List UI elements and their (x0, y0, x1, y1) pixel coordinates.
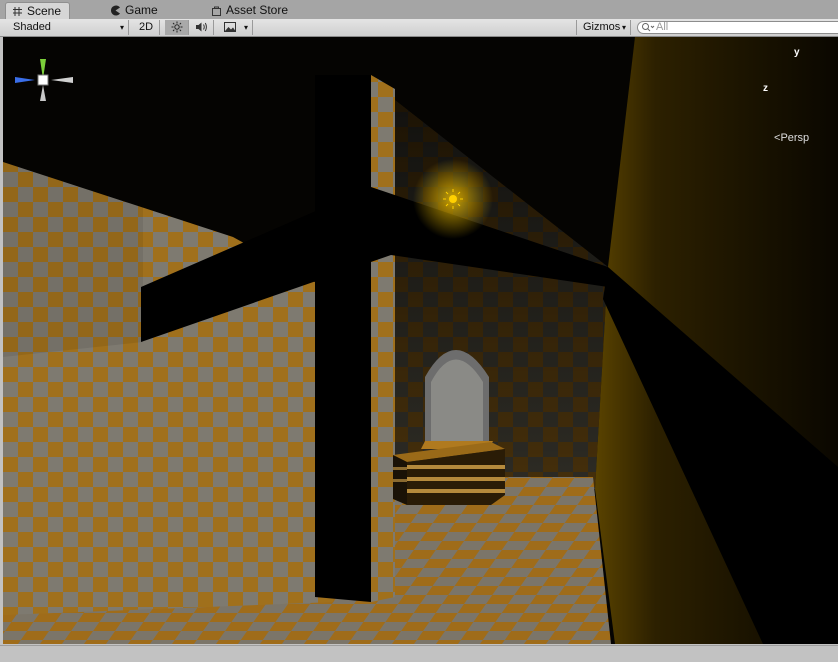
tab-bar: Scene Game Asset Store (0, 0, 838, 20)
effects-dropdown[interactable]: ▾ (219, 20, 253, 35)
status-bar (0, 645, 838, 662)
search-input[interactable]: All (637, 21, 838, 34)
tab-scene-label: Scene (27, 4, 62, 18)
hash-icon (13, 7, 22, 16)
z-axis-cone[interactable] (15, 77, 35, 83)
shading-mode-dropdown[interactable]: Shaded ▾ (7, 20, 129, 35)
gizmos-dropdown[interactable]: Gizmos ▾ (576, 20, 631, 35)
gizmo-z-label: z (763, 83, 768, 94)
speaker-icon (196, 22, 207, 32)
scene-render (3, 37, 838, 644)
audio-toggle-button[interactable] (190, 20, 214, 35)
pacman-icon (111, 5, 120, 16)
center-cube[interactable] (37, 74, 49, 86)
tab-game-label: Game (125, 3, 158, 17)
tab-asset-store[interactable]: Asset Store (205, 2, 296, 19)
dropdown-caret-icon: ▾ (243, 23, 248, 32)
projection-label: Persp (780, 132, 810, 144)
scene-toolbar: Shaded ▾ 2D ▾ Gizmos ▾ All (0, 19, 838, 37)
gizmo-y-label: y (794, 47, 800, 58)
dropdown-caret-icon: ▾ (621, 23, 626, 32)
bag-icon (212, 6, 221, 16)
tab-game[interactable]: Game (104, 2, 166, 19)
search-placeholder: All (656, 21, 669, 33)
shading-mode-value: Shaded (13, 21, 51, 33)
search-icon (642, 23, 655, 32)
scene-viewport[interactable]: y z <Persp (3, 37, 838, 644)
2d-toggle-button[interactable]: 2D (133, 20, 160, 35)
gizmos-label: Gizmos (583, 21, 621, 33)
tab-asset-store-label: Asset Store (226, 3, 289, 17)
lighting-toggle-button[interactable] (165, 20, 189, 35)
2d-toggle-label: 2D (138, 21, 154, 33)
neg-y-axis-cone[interactable] (40, 85, 46, 101)
projection-toggle[interactable]: <Persp (774, 132, 809, 144)
dropdown-caret-icon: ▾ (119, 23, 124, 32)
x-axis-cone[interactable] (51, 77, 73, 83)
image-icon (224, 22, 236, 32)
sun-icon (171, 21, 182, 33)
tab-scene[interactable]: Scene (5, 2, 71, 20)
scene-orientation-gizmo[interactable] (3, 37, 83, 147)
